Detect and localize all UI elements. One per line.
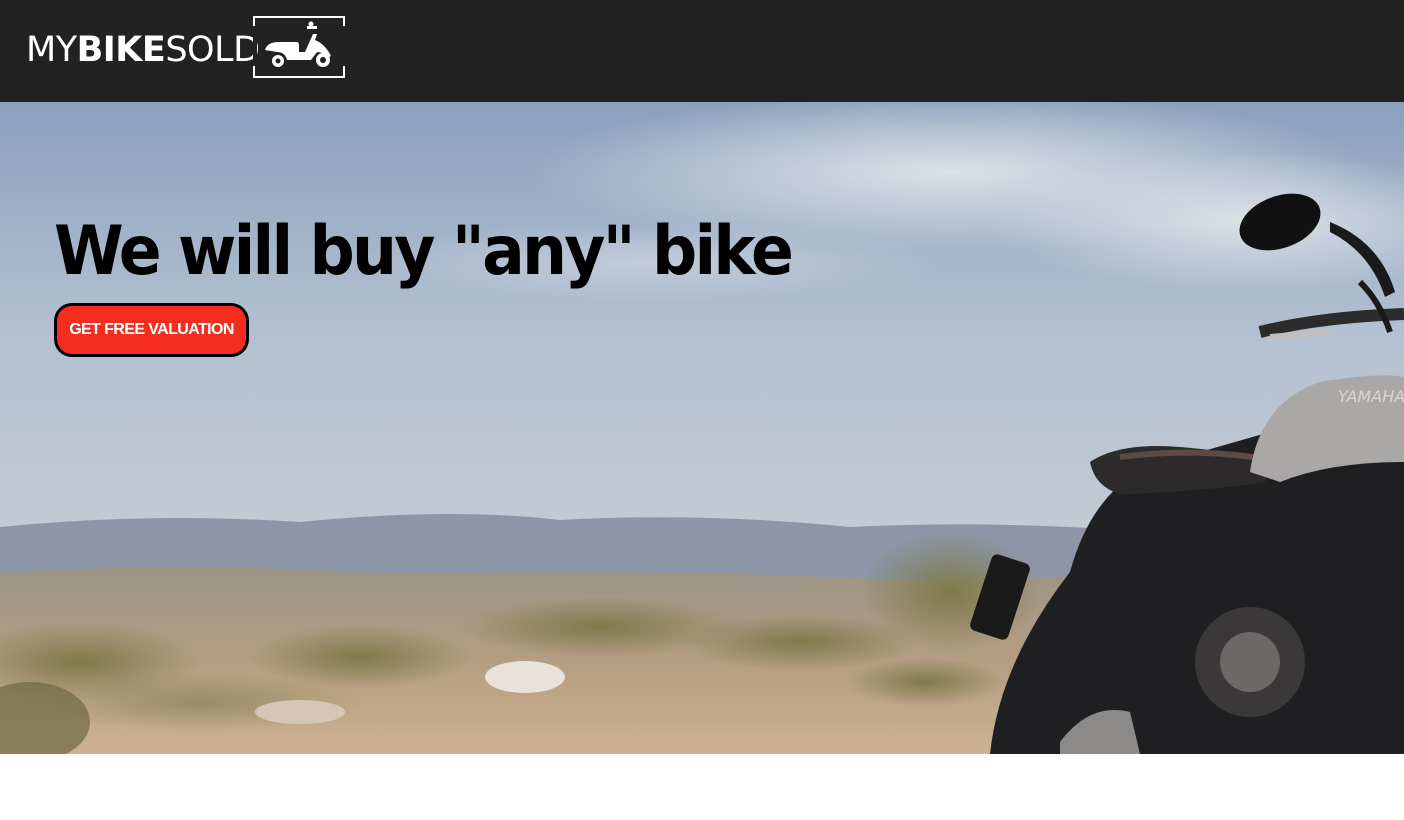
- logo-text-bike: BIKE: [76, 30, 166, 70]
- hero-title: We will buy "any" bike: [54, 212, 794, 291]
- site-header: MYBIKESOLD: [0, 0, 1404, 102]
- hero-background-image: YAMAHA: [0, 102, 1404, 754]
- scooter-icon: [251, 16, 347, 78]
- logo-wordmark: MYBIKESOLD: [26, 33, 260, 68]
- logo-text-my: MY: [26, 30, 77, 70]
- hero-section: YAMAHA We will buy "any" bike GET FREE V…: [0, 102, 1404, 754]
- tank-brand-text: YAMAHA: [1338, 387, 1404, 406]
- get-free-valuation-button[interactable]: GET FREE VALUATION: [54, 303, 249, 357]
- content-area: [0, 754, 1404, 820]
- logo-text-sold: SOLD: [165, 30, 260, 70]
- site-logo[interactable]: MYBIKESOLD: [26, 16, 347, 78]
